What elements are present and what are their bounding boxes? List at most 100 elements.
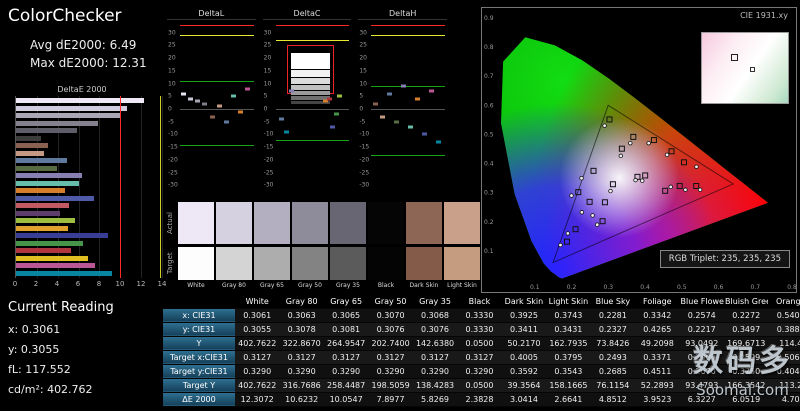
- delta-e-bar: [16, 105, 127, 111]
- swatch-target-gray-35[interactable]: [330, 247, 366, 280]
- delta-e-bar-row: [16, 263, 162, 269]
- delta-c-gray-bar: [291, 91, 331, 96]
- table-cell: 0.3592: [501, 364, 547, 379]
- table-cell: 49.2098: [635, 336, 680, 351]
- table-cell: 0.3889: [768, 322, 800, 337]
- delta-panel-ytick: 25: [359, 41, 367, 49]
- table-cell: 0.3290: [323, 364, 369, 379]
- watermark: 数码多 Soomal.com: [693, 336, 792, 399]
- delta-panel-ytick: -15: [359, 143, 370, 151]
- delta-panel-point: [337, 94, 343, 98]
- table-row-label[interactable]: Target x:CIE31: [163, 350, 235, 365]
- table-cell: 4.8512: [590, 392, 636, 407]
- delta-e-bar-row: [16, 195, 162, 201]
- swatch-actual-light-skin[interactable]: [444, 202, 480, 244]
- table-row-label[interactable]: ΔE 2000: [163, 392, 235, 407]
- delta-panel-ytick: -5: [263, 118, 270, 126]
- swatch-row-label-target: Target: [166, 252, 174, 275]
- delta-e-bar: [16, 143, 48, 149]
- delta-e-bar: [16, 203, 70, 209]
- delta-panel-point: [372, 102, 378, 106]
- delta-e-bar-row: [16, 233, 162, 239]
- delta-panel-ytick: -5: [359, 118, 366, 126]
- delta-panel-ytick: 25: [168, 41, 176, 49]
- table-row-label[interactable]: y: CIE31: [163, 322, 235, 337]
- swatch-target-gray-65[interactable]: [254, 247, 290, 280]
- current-reading-title: Current Reading: [8, 300, 114, 315]
- swatch-target-dark-skin[interactable]: [406, 247, 442, 280]
- delta-e-bar-row: [16, 120, 162, 126]
- swatch-actual-gray-80[interactable]: [216, 202, 252, 244]
- swatch-actual-black[interactable]: [368, 202, 404, 244]
- table-cell: 39.3564: [501, 378, 547, 393]
- delta-panel-point: [230, 94, 236, 98]
- table-cell: 0.5401: [768, 308, 800, 323]
- table-cell: 142.6380: [412, 336, 458, 351]
- delta-panel-reference-line: [180, 35, 254, 37]
- delta-e-bar: [16, 255, 88, 261]
- swatch-target-black[interactable]: [368, 247, 404, 280]
- delta-panel-ytick: -15: [263, 143, 274, 151]
- delta-e-bar-row: [16, 113, 162, 119]
- delta-panel-ytick: 30: [263, 29, 272, 37]
- table-cell: 0.3925: [501, 308, 547, 323]
- delta-e-bar: [16, 173, 82, 179]
- delta-e-bar: [16, 210, 60, 216]
- table-cell: 0.3543: [546, 364, 591, 379]
- table-cell: 3.9523: [635, 392, 680, 407]
- delta-panel-point: [237, 110, 243, 114]
- table-row-label[interactable]: Target y:CIE31: [163, 364, 235, 379]
- swatch-actual-white[interactable]: [178, 202, 214, 244]
- delta-panel-title: DeltaL: [198, 9, 225, 18]
- delta-panel-ytick: -30: [168, 181, 178, 189]
- svg-text:0.5: 0.5: [677, 284, 687, 291]
- swatch-actual-gray-65[interactable]: [254, 202, 290, 244]
- delta-panel-point: [209, 115, 215, 119]
- delta-panel-point: [283, 130, 289, 134]
- delta-e-bar: [16, 165, 58, 171]
- table-cell: 258.4487: [323, 378, 369, 393]
- table-row-label[interactable]: Target Y: [163, 378, 235, 393]
- table-cell: 0.3127: [368, 350, 413, 365]
- table-cell: 0.3330: [457, 308, 502, 323]
- table-corner-cell: [163, 296, 235, 309]
- delta-panel-reference-line: [275, 109, 350, 110]
- swatch-actual-gray-35[interactable]: [330, 202, 366, 244]
- delta-panel-reference-line: [371, 86, 446, 88]
- current-reading-line: fL: 117.552: [8, 363, 71, 376]
- swatch-label: White: [187, 282, 205, 289]
- delta-e-bar: [16, 218, 75, 224]
- swatch-actual-gray-50[interactable]: [292, 202, 328, 244]
- table-col-header: Orange: [768, 296, 800, 309]
- delta-e-bar: [16, 150, 44, 156]
- table-row-label[interactable]: x: CIE31: [163, 308, 235, 323]
- table-cell: 0.3371: [635, 350, 680, 365]
- delta-panel-reference-line: [180, 81, 254, 83]
- delta-panel-point: [408, 125, 413, 129]
- table-row-label[interactable]: Y: [163, 336, 235, 351]
- delta-panel-ytick: -20: [263, 156, 274, 164]
- table-cell: 198.5059: [368, 378, 413, 393]
- swatch-target-white[interactable]: [178, 247, 214, 280]
- delta-panel-point: [202, 102, 208, 106]
- delta-c-gray-stack: [291, 53, 331, 105]
- table-cell: 0.3330: [457, 322, 502, 337]
- delta-panel-ytick: 20: [359, 54, 367, 62]
- delta-panel-reference-line: [371, 154, 446, 156]
- delta-e-bar-row: [16, 143, 162, 149]
- table-cell: 2.3828: [457, 392, 502, 407]
- swatch-target-gray-80[interactable]: [216, 247, 252, 280]
- svg-text:0.2: 0.2: [484, 219, 494, 226]
- swatch-target-gray-50[interactable]: [292, 247, 328, 280]
- table-cell: 0.3431: [546, 322, 591, 337]
- swatch-target-light-skin[interactable]: [444, 247, 480, 280]
- delta-panel-point: [422, 132, 428, 136]
- delta-panel-point: [216, 104, 222, 108]
- delta-panel-ytick: 15: [263, 67, 272, 75]
- table-cell: 10.6232: [279, 392, 324, 407]
- delta-e-axis-tick: 12: [136, 280, 146, 288]
- swatch-actual-dark-skin[interactable]: [406, 202, 442, 244]
- table-cell: 0.0500: [457, 378, 502, 393]
- delta-e-axis-tick: 6: [75, 280, 81, 288]
- delta-panel-reference-line: [275, 40, 350, 42]
